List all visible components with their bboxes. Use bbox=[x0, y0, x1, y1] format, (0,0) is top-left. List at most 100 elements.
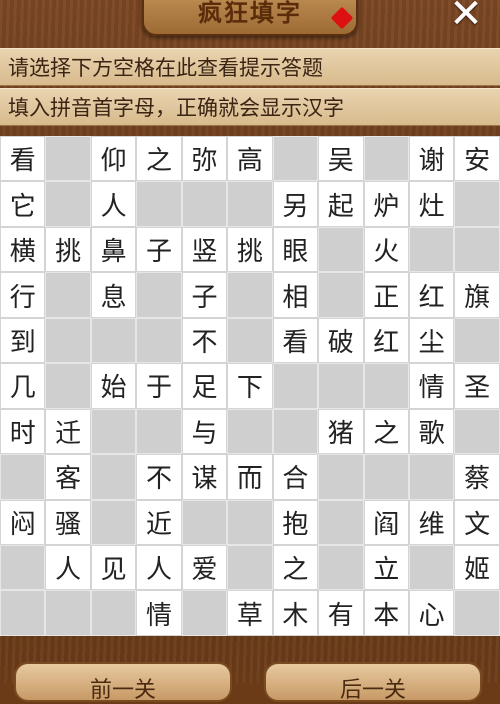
grid-cell[interactable]: 高 bbox=[227, 136, 273, 182]
grid-blocked-cell bbox=[363, 454, 409, 500]
grid-cell[interactable]: 始 bbox=[90, 363, 137, 409]
grid-cell[interactable]: 破 bbox=[318, 317, 364, 364]
grid-cell[interactable]: 子 bbox=[181, 272, 228, 318]
grid-blocked-cell bbox=[318, 454, 364, 500]
grid-cell[interactable]: 之 bbox=[363, 408, 409, 455]
grid-blocked-cell bbox=[227, 181, 273, 227]
grid-cell[interactable]: 闷 bbox=[0, 499, 46, 545]
grid-cell[interactable]: 与 bbox=[181, 408, 228, 455]
grid-blocked-cell bbox=[227, 499, 273, 545]
grid-cell[interactable]: 起 bbox=[318, 181, 364, 227]
grid-blocked-cell bbox=[454, 408, 500, 455]
grid-cell[interactable]: 姬 bbox=[454, 544, 500, 591]
grid-cell[interactable]: 文 bbox=[454, 499, 500, 545]
grid-blocked-cell bbox=[45, 136, 91, 182]
grid-blocked-cell bbox=[181, 499, 228, 545]
grid-cell[interactable]: 正 bbox=[363, 272, 409, 318]
grid-cell[interactable]: 炉 bbox=[363, 181, 409, 227]
close-button[interactable]: ✕ bbox=[446, 0, 486, 34]
grid-cell[interactable]: 人 bbox=[136, 544, 182, 591]
grid-blocked-cell bbox=[90, 499, 137, 545]
grid-cell[interactable]: 人 bbox=[90, 181, 137, 227]
grid-cell[interactable]: 到 bbox=[0, 317, 46, 364]
grid-cell[interactable]: 看 bbox=[0, 136, 46, 182]
grid-cell[interactable]: 情 bbox=[136, 590, 182, 636]
grid-cell[interactable]: 见 bbox=[90, 544, 137, 591]
grid-cell[interactable]: 另 bbox=[272, 181, 319, 227]
grid-cell[interactable]: 骚 bbox=[45, 499, 91, 545]
grid-cell[interactable]: 挑 bbox=[227, 226, 273, 273]
grid-cell[interactable]: 迁 bbox=[45, 408, 91, 455]
grid-cell[interactable]: 圣 bbox=[454, 363, 500, 409]
grid-blocked-cell bbox=[408, 454, 455, 500]
grid-blocked-cell bbox=[454, 317, 500, 364]
grid-cell[interactable]: 不 bbox=[181, 317, 228, 364]
grid-cell[interactable]: 近 bbox=[136, 499, 182, 545]
grid-cell[interactable]: 不 bbox=[136, 454, 182, 500]
grid-cell[interactable]: 鼻 bbox=[90, 226, 137, 273]
grid-blocked-cell bbox=[318, 544, 364, 591]
grid-cell[interactable]: 弥 bbox=[181, 136, 228, 182]
grid-blocked-cell bbox=[318, 363, 364, 409]
grid-blocked-cell bbox=[408, 544, 455, 591]
grid-cell[interactable]: 立 bbox=[363, 544, 409, 591]
grid-cell[interactable]: 相 bbox=[272, 272, 319, 318]
grid-cell[interactable]: 之 bbox=[136, 136, 182, 182]
grid-cell[interactable]: 旗 bbox=[454, 272, 500, 318]
title-plaque: 疯狂填字 bbox=[142, 0, 358, 36]
grid-cell[interactable]: 竖 bbox=[181, 226, 228, 273]
grid-cell[interactable]: 猪 bbox=[318, 408, 364, 455]
grid-cell[interactable]: 维 bbox=[408, 499, 455, 545]
grid-cell[interactable]: 子 bbox=[136, 226, 182, 273]
prev-level-button[interactable]: 前一关 bbox=[14, 662, 232, 703]
grid-cell[interactable]: 下 bbox=[227, 363, 273, 409]
grid-cell[interactable]: 红 bbox=[408, 272, 455, 318]
grid-cell[interactable]: 于 bbox=[136, 363, 182, 409]
next-level-button[interactable]: 后一关 bbox=[264, 662, 482, 703]
grid-cell[interactable]: 看 bbox=[272, 317, 319, 364]
grid-blocked-cell bbox=[90, 454, 137, 500]
grid-cell[interactable]: 足 bbox=[181, 363, 228, 409]
grid-cell[interactable]: 眼 bbox=[272, 226, 319, 273]
grid-cell[interactable]: 爱 bbox=[181, 544, 228, 591]
grid-cell[interactable]: 谢 bbox=[408, 136, 455, 182]
grid-cell[interactable]: 情 bbox=[408, 363, 455, 409]
grid-cell[interactable]: 合 bbox=[272, 454, 319, 500]
grid-cell[interactable]: 歌 bbox=[408, 408, 455, 455]
grid-cell[interactable]: 而 bbox=[227, 454, 273, 500]
grid-cell[interactable]: 几 bbox=[0, 363, 46, 409]
grid-cell[interactable]: 客 bbox=[45, 454, 91, 500]
grid-cell[interactable]: 心 bbox=[408, 590, 455, 636]
grid-cell[interactable]: 之 bbox=[272, 544, 319, 591]
grid-blocked-cell bbox=[272, 408, 319, 455]
grid-cell[interactable]: 抱 bbox=[272, 499, 319, 545]
grid-cell[interactable]: 时 bbox=[0, 408, 46, 455]
grid-cell[interactable]: 息 bbox=[90, 272, 137, 318]
grid-cell[interactable]: 草 bbox=[227, 590, 273, 636]
grid-cell[interactable]: 有 bbox=[318, 590, 364, 636]
grid-cell[interactable]: 火 bbox=[363, 226, 409, 273]
grid-cell[interactable]: 挑 bbox=[45, 226, 91, 273]
grid-cell[interactable]: 阎 bbox=[363, 499, 409, 545]
grid-blocked-cell bbox=[45, 181, 91, 227]
grid-blocked-cell bbox=[227, 544, 273, 591]
grid-cell[interactable]: 横 bbox=[0, 226, 46, 273]
grid-cell[interactable]: 吴 bbox=[318, 136, 364, 182]
grid-cell[interactable]: 人 bbox=[45, 544, 91, 591]
grid-cell[interactable]: 蔡 bbox=[454, 454, 500, 500]
grid-blocked-cell bbox=[0, 454, 46, 500]
grid-cell[interactable]: 它 bbox=[0, 181, 46, 227]
grid-cell[interactable]: 红 bbox=[363, 317, 409, 364]
grid-cell[interactable]: 灶 bbox=[408, 181, 455, 227]
grid-cell[interactable]: 木 bbox=[272, 590, 319, 636]
grid-blocked-cell bbox=[318, 226, 364, 273]
game-title: 疯狂填字 bbox=[198, 0, 302, 27]
grid-cell[interactable]: 谋 bbox=[181, 454, 228, 500]
grid-cell[interactable]: 尘 bbox=[408, 317, 455, 364]
grid-cell[interactable]: 行 bbox=[0, 272, 46, 318]
grid-blocked-cell bbox=[408, 226, 455, 273]
grid-cell[interactable]: 仰 bbox=[90, 136, 137, 182]
grid-cell[interactable]: 安 bbox=[454, 136, 500, 182]
grid-blocked-cell bbox=[181, 181, 228, 227]
grid-cell[interactable]: 本 bbox=[363, 590, 409, 636]
